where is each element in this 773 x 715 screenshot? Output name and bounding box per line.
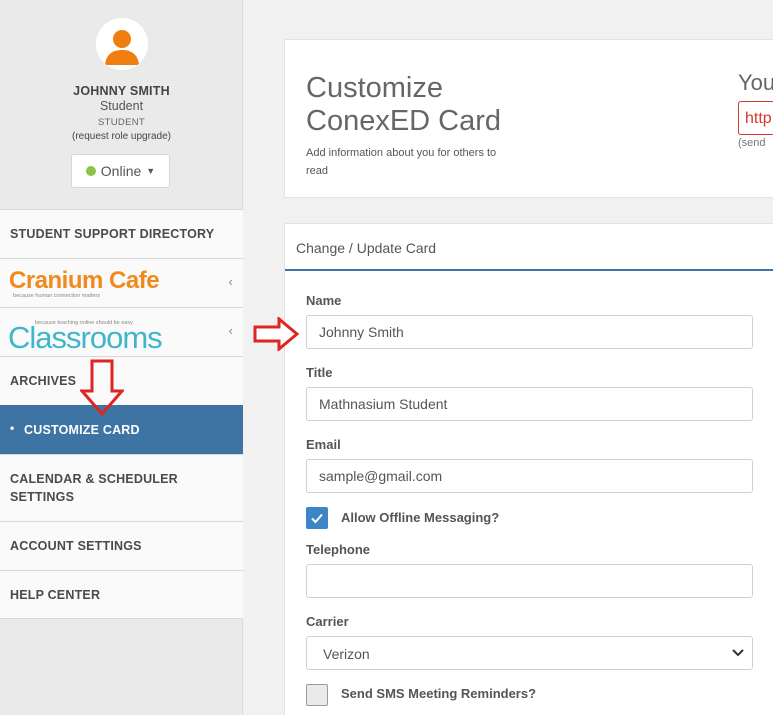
nav-account-settings[interactable]: ACCOUNT SETTINGS — [0, 521, 243, 570]
nav-cranium-cafe[interactable]: Cranium Cafe because human connection ma… — [0, 258, 243, 307]
cranium-cafe-tagline: because human connection matters — [13, 293, 101, 299]
name-label: Name — [306, 293, 342, 308]
nav-classrooms[interactable]: Classrooms because teaching online shoul… — [0, 307, 243, 356]
send-sms-reminders-label: Send SMS Meeting Reminders? — [341, 686, 537, 701]
page-title-line2: ConexED Card — [306, 105, 502, 137]
telephone-label: Telephone — [306, 542, 371, 557]
cranium-cafe-logo: Cranium Cafe — [9, 267, 160, 294]
nav-help-center[interactable]: HELP CENTER — [0, 570, 243, 619]
title-input[interactable] — [306, 387, 753, 421]
chevron-left-icon[interactable]: ‹ — [228, 323, 233, 338]
email-label: Email — [306, 437, 341, 452]
allow-offline-messaging-label: Allow Offline Messaging? — [341, 510, 500, 525]
form-header-title: Change / Update Card — [296, 240, 437, 256]
sidebar: JOHNNY SMITH Student STUDENT (request ro… — [0, 0, 243, 715]
name-input[interactable] — [306, 315, 753, 349]
user-avatar-icon — [105, 30, 139, 65]
page-subtitle: Add information about you for others to … — [306, 144, 526, 180]
user-role-caption: STUDENT — [98, 117, 145, 128]
checkmark-icon — [311, 513, 323, 524]
send-link-text: (send — [738, 137, 766, 149]
page-subtitle-line1: Add information about you for others to — [306, 147, 497, 159]
card-header-panel: Customize ConexED Card Add information a… — [284, 39, 773, 198]
user-name: JOHNNY SMITH — [73, 84, 170, 98]
nav-label-line2: SETTINGS — [10, 490, 75, 504]
page-subtitle-line2: read — [306, 165, 329, 177]
nav-label: ARCHIVES — [10, 374, 77, 388]
carrier-select[interactable]: Verizon — [306, 636, 753, 670]
card-url-field[interactable]: http — [738, 101, 773, 135]
user-role: Student — [99, 99, 144, 113]
nav-calendar-scheduler-settings[interactable]: CALENDAR & SCHEDULER SETTINGS — [0, 454, 243, 521]
classrooms-tagline: because teaching online should be easy — [35, 320, 133, 326]
allow-offline-messaging-checkbox[interactable] — [306, 507, 328, 529]
nav-label: STUDENT SUPPORT DIRECTORY — [10, 227, 215, 241]
bullet-icon: • — [10, 421, 15, 435]
nav-label: ACCOUNT SETTINGS — [10, 539, 142, 553]
nav-student-support-directory[interactable]: STUDENT SUPPORT DIRECTORY — [0, 209, 243, 258]
nav-label: CUSTOMIZE CARD — [24, 423, 140, 437]
send-sms-reminders-checkbox[interactable] — [306, 684, 328, 706]
email-input[interactable] — [306, 459, 753, 493]
request-role-upgrade-link[interactable]: (request role upgrade) — [0, 131, 243, 142]
url-section-label: You — [738, 70, 773, 95]
caret-down-icon: ▼ — [146, 166, 156, 176]
status-dropdown[interactable]: Online ▼ — [71, 154, 170, 188]
page-title-line1: Customize — [306, 72, 443, 104]
nav-label: HELP CENTER — [10, 588, 101, 602]
nav-label-line1: CALENDAR & SCHEDULER — [10, 472, 178, 486]
annotation-arrow-right-icon — [253, 317, 299, 351]
profile-panel: JOHNNY SMITH Student STUDENT (request ro… — [0, 0, 242, 209]
status-label: Online — [100, 163, 142, 179]
avatar[interactable] — [96, 18, 148, 70]
page-title: Customize ConexED Card — [306, 72, 506, 138]
title-label: Title — [306, 365, 333, 380]
chevron-down-icon — [730, 643, 746, 666]
annotation-arrow-down-icon — [80, 359, 124, 417]
update-card-form: Change / Update Card Name Title Email Al… — [284, 223, 773, 715]
carrier-selected-value: Verizon — [323, 646, 370, 662]
chevron-left-icon[interactable]: ‹ — [228, 274, 233, 289]
telephone-input[interactable] — [306, 564, 753, 598]
online-status-dot-icon — [85, 166, 96, 176]
form-header: Change / Update Card — [285, 224, 773, 271]
carrier-label: Carrier — [306, 614, 349, 629]
